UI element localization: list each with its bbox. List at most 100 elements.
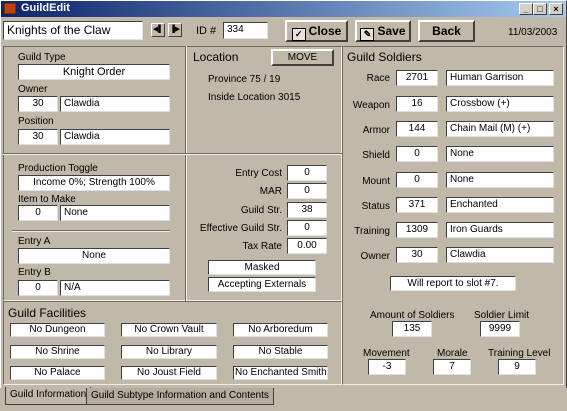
production-toggle-field[interactable]: Income 0%; Strength 100%: [18, 175, 170, 191]
item-to-make-label: Item to Make: [18, 194, 76, 205]
entry-b-name-field[interactable]: N/A: [60, 280, 170, 296]
soldier-shield-number[interactable]: 0: [396, 146, 438, 162]
entry-cost-label: Entry Cost: [235, 168, 282, 179]
soldier-status-number[interactable]: 371: [396, 197, 438, 213]
close-window-button[interactable]: ×: [549, 3, 563, 15]
facility-library[interactable]: No Library: [121, 345, 217, 359]
save-button[interactable]: ✎ Save: [355, 20, 411, 42]
soldier-race-number[interactable]: 2701: [396, 70, 438, 86]
province-text: Province 75 / 19: [208, 74, 281, 85]
facility-joust-field[interactable]: No Joust Field: [121, 366, 217, 380]
facility-stable[interactable]: No Stable: [233, 345, 328, 359]
entry-b-number-field[interactable]: 0: [18, 280, 58, 296]
owner-number-field[interactable]: 30: [18, 96, 58, 112]
inside-location-text: Inside Location 3015: [208, 92, 301, 103]
soldiers-header: Guild Soldiers: [347, 50, 422, 64]
facilities-header: Guild Facilities: [8, 306, 87, 320]
entry-divider: [12, 230, 170, 232]
soldier-mount-number[interactable]: 0: [396, 172, 438, 188]
production-toggle-label: Production Toggle: [18, 163, 98, 174]
accepting-externals-field[interactable]: Accepting Externals: [208, 277, 316, 292]
tax-rate-label: Tax Rate: [242, 241, 282, 252]
soldier-armor-label: Armor: [362, 125, 390, 136]
effective-guild-str-field[interactable]: 0: [287, 220, 327, 236]
entry-a-field[interactable]: None: [18, 248, 170, 264]
facility-crown-vault[interactable]: No Crown Vault: [121, 323, 217, 337]
position-name-field[interactable]: Clawdia: [60, 129, 170, 145]
id-input[interactable]: 334: [223, 22, 268, 39]
report-slot-field[interactable]: Will report to slot #7.: [390, 276, 516, 291]
item-name-field[interactable]: None: [60, 205, 170, 221]
horizontal-divider: [3, 153, 342, 155]
entry-cost-field[interactable]: 0: [287, 165, 327, 181]
mar-label: MAR: [259, 186, 282, 197]
owner-name-field[interactable]: Clawdia: [60, 96, 170, 112]
masked-field[interactable]: Masked: [208, 260, 316, 275]
soldier-race-name[interactable]: Human Garrison: [446, 70, 554, 86]
save-label: Save: [377, 24, 406, 38]
guild-type-label: Guild Type: [18, 52, 66, 63]
soldier-weapon-number[interactable]: 16: [396, 96, 438, 112]
soldier-race-label: Race: [366, 73, 390, 84]
training-level-field[interactable]: 9: [498, 359, 536, 375]
position-number-field[interactable]: 30: [18, 129, 58, 145]
back-label: Back: [432, 24, 461, 38]
facility-shrine[interactable]: No Shrine: [10, 345, 105, 359]
amount-of-soldiers-label: Amount of Soldiers: [370, 310, 455, 321]
movement-field[interactable]: -3: [368, 359, 406, 375]
tab-guild-information[interactable]: Guild Information: [5, 387, 92, 405]
mar-field[interactable]: 0: [287, 183, 327, 199]
id-label: ID #: [196, 25, 217, 37]
guild-str-label: Guild Str.: [240, 205, 282, 216]
vertical-divider: [185, 46, 187, 301]
close-button[interactable]: ✓ Close: [285, 20, 348, 42]
guild-name-input[interactable]: Knights of the Claw: [3, 21, 143, 40]
guild-type-field[interactable]: Knight Order: [18, 64, 170, 80]
item-number-field[interactable]: 0: [18, 205, 58, 221]
tax-rate-field[interactable]: 0.00: [287, 238, 327, 254]
movement-label: Movement: [363, 348, 410, 359]
owner-label: Owner: [18, 84, 48, 95]
soldier-owner-label: Owner: [360, 251, 390, 262]
morale-field[interactable]: 7: [433, 359, 471, 375]
facility-palace[interactable]: No Palace: [10, 366, 105, 380]
entry-a-label: Entry A: [18, 236, 51, 247]
facility-dungeon[interactable]: No Dungeon: [10, 323, 105, 337]
guild-str-field[interactable]: 38: [287, 202, 327, 218]
soldier-mount-name[interactable]: None: [446, 172, 554, 188]
previous-record-button[interactable]: ◀▌: [151, 23, 165, 37]
tab-strip: Guild Information Guild Subtype Informat…: [0, 387, 567, 411]
tab-guild-subtype[interactable]: Guild Subtype Information and Contents: [86, 388, 274, 405]
soldier-limit-field[interactable]: 9999: [480, 321, 520, 337]
soldier-weapon-name[interactable]: Crossbow (+): [446, 96, 554, 112]
soldier-owner-name[interactable]: Clawdia: [446, 247, 554, 263]
close-label: Close: [308, 24, 342, 38]
position-label: Position: [18, 116, 54, 127]
facility-arboredum[interactable]: No Arboredum: [233, 323, 328, 337]
app-icon: [4, 3, 16, 14]
location-header: Location: [193, 50, 239, 64]
effective-guild-str-label: Effective Guild Str.: [199, 223, 282, 234]
window-title: GuildEdit: [21, 2, 70, 14]
training-level-label: Training Level: [488, 348, 551, 359]
soldier-shield-name[interactable]: None: [446, 146, 554, 162]
soldier-status-name[interactable]: Enchanted: [446, 197, 554, 213]
maximize-button[interactable]: □: [533, 3, 547, 15]
minimize-button[interactable]: _: [519, 3, 533, 15]
back-button[interactable]: Back: [418, 20, 475, 42]
soldier-training-name[interactable]: Iron Guards: [446, 222, 554, 238]
soldier-owner-number[interactable]: 30: [396, 247, 438, 263]
move-button[interactable]: MOVE: [271, 49, 334, 66]
facility-enchanted-smithy[interactable]: No Enchanted Smithy: [233, 366, 328, 380]
soldier-armor-name[interactable]: Chain Mail (M) (+): [446, 121, 554, 137]
amount-of-soldiers-field[interactable]: 135: [392, 321, 432, 337]
soldier-training-number[interactable]: 1309: [396, 222, 438, 238]
soldier-armor-number[interactable]: 144: [396, 121, 438, 137]
soldier-status-label: Status: [361, 201, 390, 212]
soldier-limit-label: Soldier Limit: [474, 310, 530, 321]
date-display: 11/03/2003: [508, 27, 558, 38]
next-record-button[interactable]: ▐▶: [168, 23, 182, 37]
soldier-weapon-label: Weapon: [352, 100, 390, 111]
save-icon: ✎: [360, 28, 375, 41]
entry-b-label: Entry B: [18, 267, 51, 278]
